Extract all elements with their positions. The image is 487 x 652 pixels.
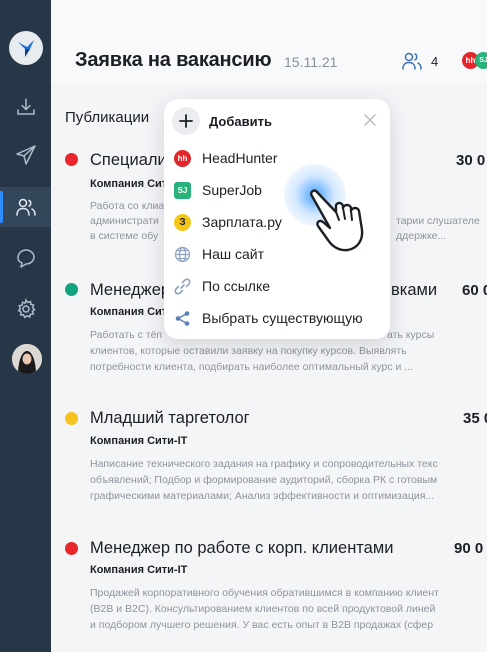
source-item-label: HeadHunter [202,150,278,166]
source-item-choose-existing[interactable]: Выбрать существующую [174,305,380,331]
vacancy-company: Компания Сити-IT [90,435,188,447]
vacancy-salary: 30 0 [456,152,486,169]
sidebar-item-settings[interactable] [0,289,51,329]
user-avatar[interactable] [12,344,42,374]
source-item-label: По ссылке [202,278,271,294]
source-item-label: SuperJob [202,182,262,198]
users-icon [15,198,36,216]
vacancy-desc-line: Работать с тёп [90,329,163,341]
source-item-label: Выбрать существующую [202,310,363,326]
vacancy-title: Младший таргетолог [90,409,250,427]
status-dot [65,542,78,555]
status-dot [65,283,78,296]
vacancy-title: Менеджер по работе с корп. клиентами [90,539,394,557]
page-title: Заявка на вакансию [75,49,272,71]
app-logo[interactable] [9,31,43,65]
vacancy-desc-line: ддержке... [396,230,447,242]
sidebar-item-candidates[interactable] [0,187,51,227]
hand-pointer-icon [310,189,364,252]
vacancy-desc-line: клиентов, которые оставили заявку на пок… [90,345,407,357]
superjob-logo-icon: SJ [475,52,487,69]
sidebar-item-download[interactable] [0,87,51,127]
gear-icon [16,298,36,319]
superjob-logo-icon: SJ [174,181,191,199]
vacancy-desc-line: (B2B и B2C). Консультированием клиентов … [90,603,436,615]
add-label: Добавить [209,113,272,129]
vacancy-desc-line: и подбором лучшего решения. У вас есть о… [90,619,434,631]
link-icon [174,278,191,294]
status-dot [65,153,78,166]
send-icon [15,145,36,165]
add-publication-button[interactable]: Добавить [172,107,272,135]
globe-icon [174,246,191,262]
zarplata-logo-icon: З [174,213,191,231]
vacancy-company: Компания Сит [90,306,168,318]
logo-bird-icon [18,40,34,57]
sidebar-item-send[interactable] [0,135,51,175]
candidates-icon[interactable] [401,51,423,71]
vacancy-desc-line: потребности клиента, подбирать наиболее … [90,361,414,373]
vacancy-salary: 60 0 [462,282,487,299]
vacancy-desc-line: Продажей корпоративного обучения обратив… [90,587,439,599]
share-icon [175,310,190,326]
vacancy-desc-line: Написание технического задания на график… [90,458,438,470]
source-item-headhunter[interactable]: hh HeadHunter [174,145,380,171]
candidates-count: 4 [431,54,439,69]
sidebar [0,0,51,652]
vacancy-desc-line: графическими материалами; Анализ эффекти… [90,490,435,502]
close-icon[interactable] [363,113,377,127]
chat-icon [16,249,35,268]
vacancy-desc-line: объявлений; Подбор и формирование аудито… [90,474,438,486]
vacancy-desc-line: администрати [90,215,159,227]
hh-logo-icon: hh [174,149,191,167]
source-item-by-link[interactable]: По ссылке [174,273,380,299]
source-item-label: Наш сайт [202,246,265,262]
sidebar-item-chats[interactable] [0,238,51,278]
publications-label: Публикации [65,109,150,126]
vacancy-company: Компания Сити [90,178,174,190]
vacancy-title-tail: вками [391,281,438,299]
download-icon [16,98,35,115]
vacancy-company: Компания Сити-IT [90,564,188,576]
page-header: Заявка на вакансию 15.11.21 4 hh SJ [51,0,487,84]
avatar-portrait-icon [12,344,42,374]
source-item-label: Зарплата.ру [202,214,282,230]
vacancy-desc-line: в системе обу [90,230,159,242]
status-dot [65,412,78,425]
vacancy-desc-line: ать курсы [387,329,435,341]
vacancy-desc-line: тарии слушателе [396,215,480,227]
page-date: 15.11.21 [284,54,338,70]
vacancy-title: Специали [90,151,167,169]
vacancy-salary: 35 0 [463,410,487,427]
vacancy-desc-line: Работа со клиа [90,200,165,212]
vacancy-title: Менеджер [90,281,171,299]
vacancy-salary: 90 0 [454,540,484,557]
plus-icon [172,107,200,135]
